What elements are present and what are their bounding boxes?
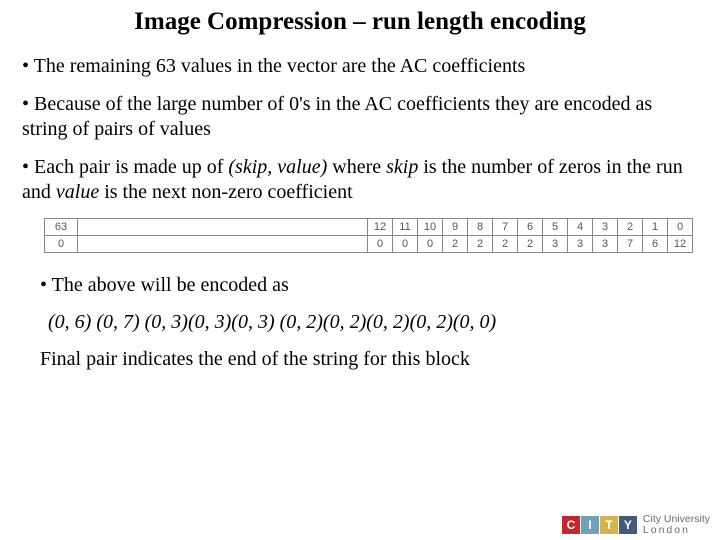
table-cell: 63 [45,218,78,235]
table-cell: 6 [518,218,543,235]
logo-letter-c: C [562,516,580,534]
table-cell: 8 [468,218,493,235]
table-cell: 2 [518,235,543,252]
bullet-3-value: value [56,181,99,203]
bullet-3-post: is the next non-zero coefficient [99,181,352,203]
logo-letter-t: T [600,516,618,534]
table-cell: 5 [543,218,568,235]
table-cell: 4 [568,218,593,235]
bullet-3: • Each pair is made up of (skip, value) … [22,155,698,204]
table-cell: 11 [393,218,418,235]
table-row: 63 12 11 10 9 8 7 6 5 4 3 2 1 0 [45,218,693,235]
logo-text-line2: London [643,525,710,536]
bullet-2: • Because of the large number of 0's in … [22,92,698,141]
table-cell: 12 [368,218,393,235]
bullet-3-mid1: where [327,156,386,178]
bullet-3-text: • Each pair is made up of [22,156,228,178]
logo-letter-i: I [581,516,599,534]
table-cell: 7 [493,218,518,235]
table-row: 0 0 0 0 2 2 2 2 3 3 3 7 6 12 [45,235,693,252]
logo-letter-y: Y [619,516,637,534]
table-cell: 0 [418,235,443,252]
table-cell: 6 [643,235,668,252]
table-cell: 2 [618,218,643,235]
bullet-3-pair: (skip, value) [228,156,327,178]
bullet-4: • The above will be encoded as [40,273,698,297]
table-cell: 3 [593,235,618,252]
logo-text: City University London [643,514,710,536]
table-cell: 3 [593,218,618,235]
table-cell: 2 [468,235,493,252]
table-cell: 1 [643,218,668,235]
encoded-pairs: (0, 6) (0, 7) (0, 3)(0, 3)(0, 3) (0, 2)(… [48,311,698,334]
table-cell: 3 [568,235,593,252]
table-cell: 12 [668,235,693,252]
table-cell [78,235,368,252]
city-university-logo: C I T Y City University London [562,514,710,536]
table-cell: 2 [443,235,468,252]
table-cell: 0 [668,218,693,235]
table-cell: 2 [493,235,518,252]
table-cell: 3 [543,235,568,252]
table-cell [78,218,368,235]
table-cell: 10 [418,218,443,235]
slide-title: Image Compression – run length encoding [62,8,658,36]
bullet-3-skip: skip [386,156,418,178]
table-cell: 7 [618,235,643,252]
table-cell: 0 [45,235,78,252]
logo-squares: C I T Y [562,516,637,534]
vector-table: 63 12 11 10 9 8 7 6 5 4 3 2 1 0 0 0 0 [44,218,698,253]
bullet-5: Final pair indicates the end of the stri… [40,348,698,371]
table-cell: 9 [443,218,468,235]
bullet-1: • The remaining 63 values in the vector … [22,54,698,78]
table-cell: 0 [368,235,393,252]
table-cell: 0 [393,235,418,252]
